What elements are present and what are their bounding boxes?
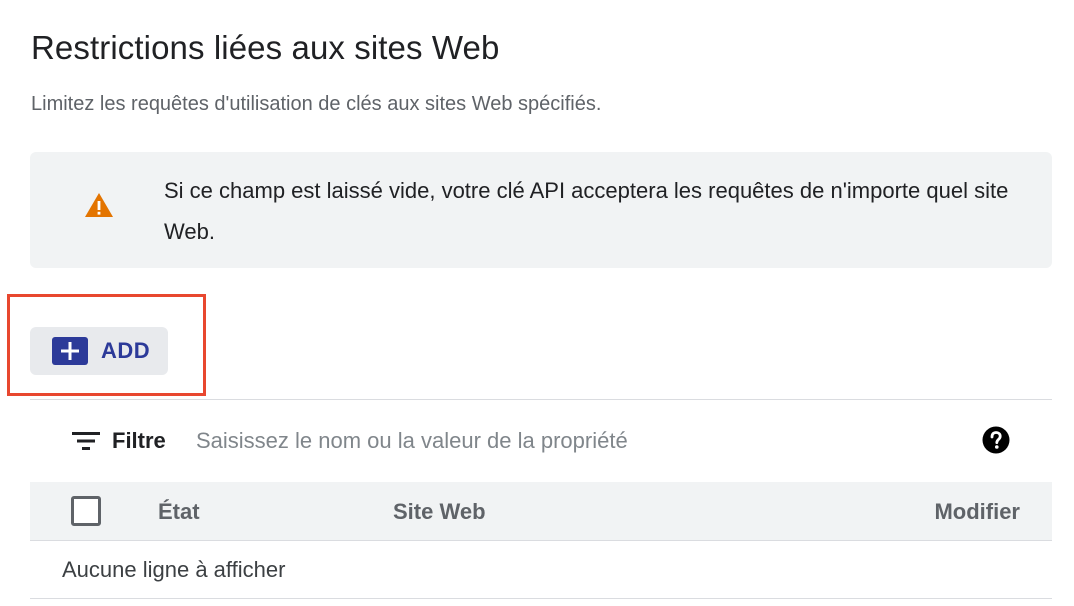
warning-message: Si ce champ est laissé vide, votre clé A… [164, 178, 1009, 244]
website-restrictions-panel: Restrictions liées aux sites Web Limitez… [0, 0, 1074, 606]
divider [30, 399, 1052, 400]
section-subtitle: Limitez les requêtes d'utilisation de cl… [31, 93, 602, 115]
section-title: Restrictions liées aux sites Web [31, 29, 500, 66]
empty-table-message: Aucune ligne à afficher [62, 557, 286, 582]
column-header-edit: Modifier [934, 499, 1020, 524]
column-header-status[interactable]: État [158, 498, 200, 526]
plus-icon [52, 337, 88, 365]
filter-label: Filtre [112, 428, 166, 453]
add-website-button[interactable]: ADD [30, 327, 168, 375]
divider [30, 540, 1052, 541]
help-circle-icon[interactable] [982, 426, 1010, 454]
select-all-checkbox[interactable] [71, 496, 101, 526]
warning-triangle-icon [85, 193, 113, 217]
filter-list-icon [72, 432, 100, 450]
filter-input[interactable] [196, 422, 956, 460]
table-header: État Site Web Modifier [30, 482, 1052, 540]
add-button-label: ADD [101, 338, 151, 363]
divider [30, 598, 1052, 599]
column-header-website[interactable]: Site Web [393, 498, 486, 526]
